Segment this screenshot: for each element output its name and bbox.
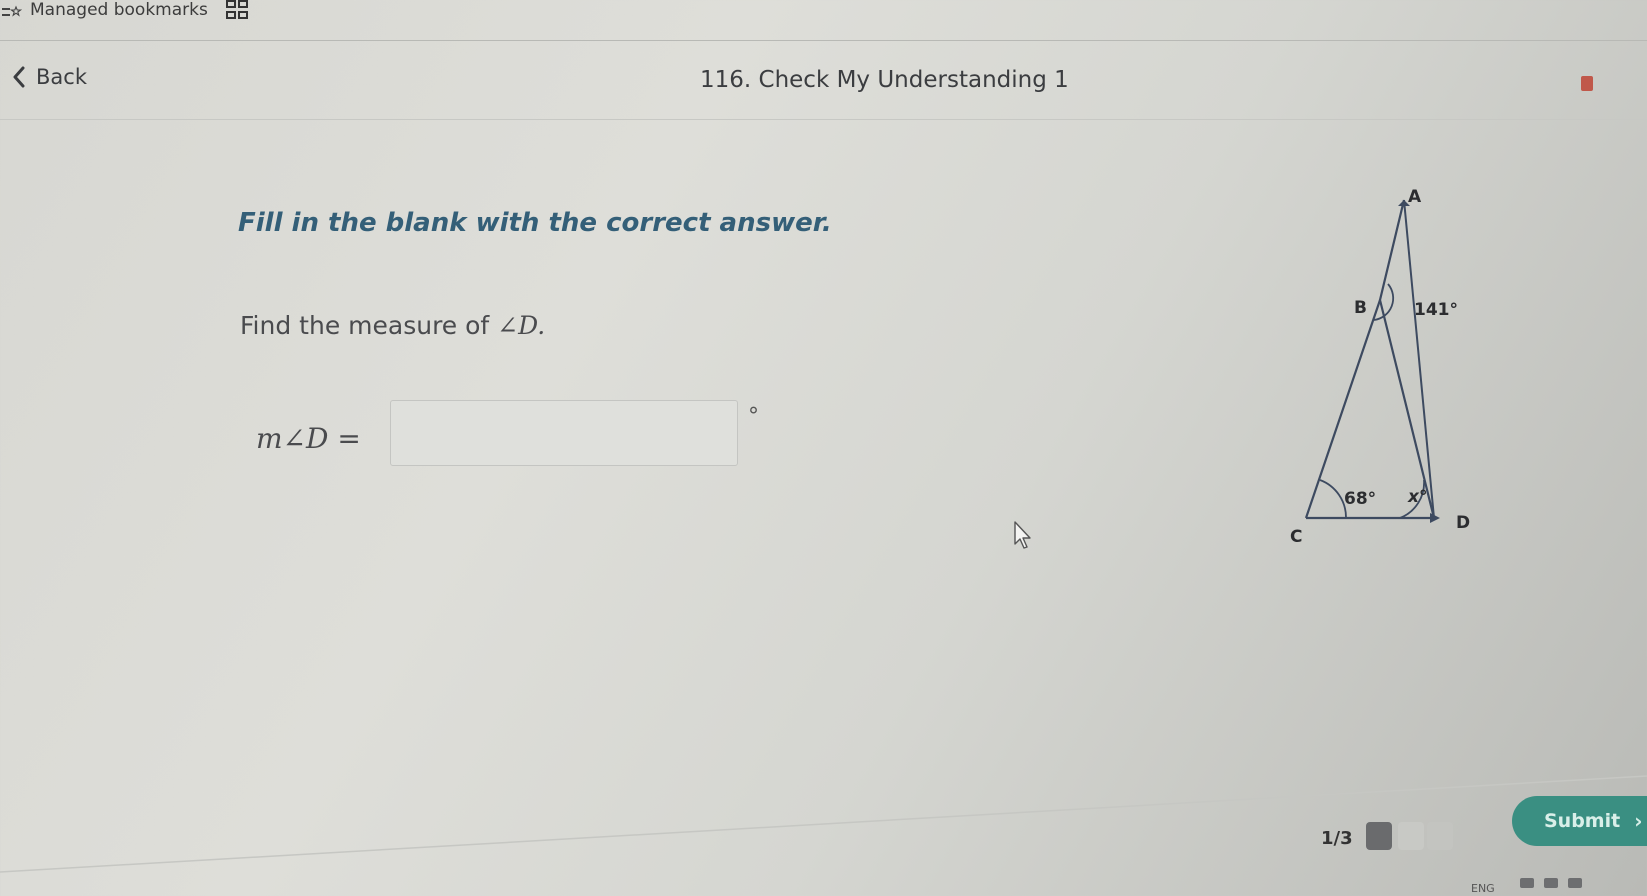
progress-step-2[interactable] [1398, 822, 1424, 850]
submit-label: Submit [1544, 810, 1621, 832]
taskbar-language[interactable]: ENG [1471, 882, 1495, 895]
chevron-right-icon: › [1634, 809, 1643, 833]
battery-icon[interactable] [1568, 878, 1582, 888]
progress-step-1[interactable] [1366, 822, 1392, 850]
submit-button[interactable]: Submit › [1512, 796, 1647, 846]
wifi-icon[interactable] [1520, 878, 1534, 888]
page-counter: 1/3 [1321, 828, 1353, 849]
taskbar-tray [1520, 878, 1582, 888]
volume-icon[interactable] [1544, 878, 1558, 888]
footer-divider [0, 775, 1647, 873]
progress-step-3[interactable] [1427, 822, 1453, 850]
